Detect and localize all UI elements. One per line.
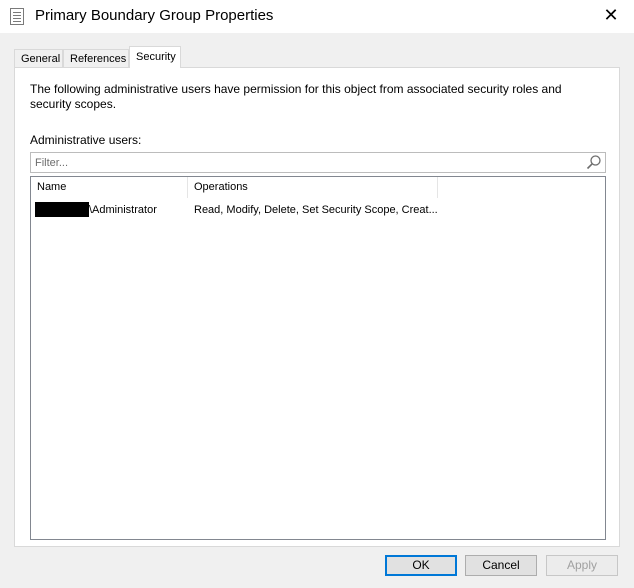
administrative-users-list[interactable]: Name Operations \Administrator Read, Mod… [30, 176, 606, 540]
security-panel: The following administrative users have … [14, 67, 620, 547]
list-header: Name Operations [31, 177, 605, 198]
column-header-name[interactable]: Name [31, 177, 188, 198]
cell-operations: Read, Modify, Delete, Set Security Scope… [194, 204, 438, 216]
title-bar: Primary Boundary Group Properties ✕ [0, 0, 634, 33]
apply-button[interactable]: Apply [546, 555, 618, 576]
redacted-domain [35, 201, 89, 217]
cancel-button[interactable]: Cancel [465, 555, 537, 576]
tab-references[interactable]: References [63, 49, 129, 67]
ok-button[interactable]: OK [385, 555, 457, 576]
filter-box [30, 152, 606, 173]
security-description: The following administrative users have … [30, 82, 562, 111]
close-icon: ✕ [603, 4, 619, 25]
search-icon[interactable] [586, 154, 602, 170]
tab-general[interactable]: General [14, 49, 63, 67]
filter-input[interactable] [31, 153, 589, 172]
window-title: Primary Boundary Group Properties [35, 7, 274, 24]
tab-security[interactable]: Security [129, 46, 181, 68]
cell-name: \Administrator [35, 201, 185, 219]
properties-icon [10, 8, 24, 25]
administrative-users-label: Administrative users: [30, 133, 142, 147]
close-button[interactable]: ✕ [594, 0, 628, 30]
table-row[interactable]: \Administrator Read, Modify, Delete, Set… [31, 201, 605, 219]
cell-name-text: \Administrator [89, 204, 157, 216]
properties-dialog: Primary Boundary Group Properties ✕ Gene… [0, 0, 634, 588]
column-header-operations[interactable]: Operations [188, 177, 438, 198]
